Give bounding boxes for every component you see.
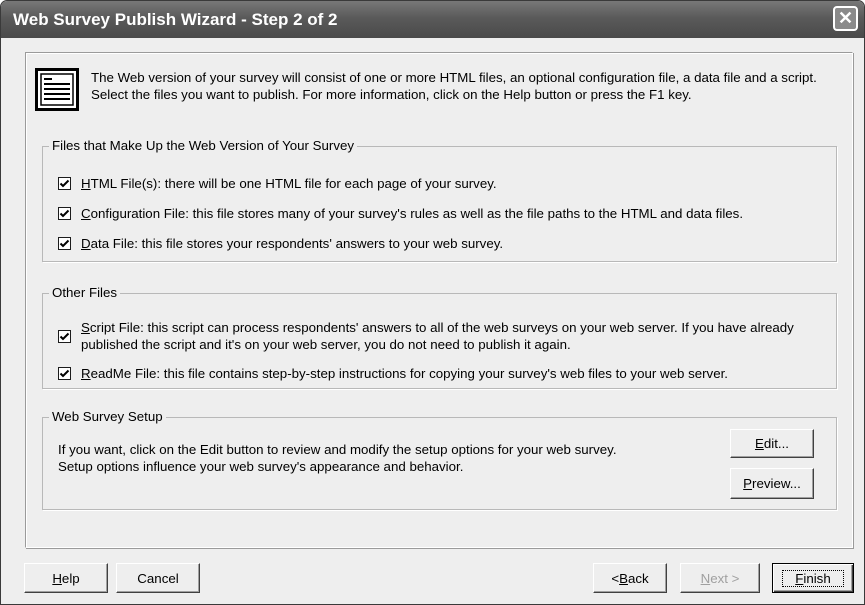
files-group: Files that Make Up the Web Version of Yo… — [42, 138, 837, 262]
help-button[interactable]: Help — [24, 563, 108, 593]
wizard-window: Web Survey Publish Wizard - Step 2 of 2 … — [0, 0, 865, 605]
data-file-label: Data File: this file stores your respond… — [81, 236, 504, 251]
title-bar[interactable]: Web Survey Publish Wizard - Step 2 of 2 … — [1, 1, 864, 38]
edit-button[interactable]: Edit... — [730, 429, 814, 458]
other-files-group: Other Files Script File: this script can… — [42, 285, 837, 389]
setup-line-2: Setup options influence your web survey'… — [58, 459, 464, 474]
web-survey-setup-group: Web Survey Setup If you want, click on t… — [42, 409, 837, 510]
close-icon: ✕ — [837, 8, 854, 28]
close-button[interactable]: ✕ — [833, 6, 858, 31]
checkmark-icon — [59, 369, 70, 378]
checkmark-icon — [59, 179, 70, 188]
finish-button[interactable]: Finish — [772, 563, 854, 593]
data-file-checkbox[interactable] — [58, 237, 71, 250]
script-file-checkbox[interactable] — [58, 329, 71, 343]
document-list-icon — [35, 68, 79, 111]
preview-button[interactable]: Preview... — [730, 468, 814, 499]
html-files-checkbox[interactable] — [58, 177, 71, 190]
checkmark-icon — [59, 209, 70, 218]
window-title: Web Survey Publish Wizard - Step 2 of 2 — [13, 10, 338, 29]
html-files-option[interactable]: HTML File(s): there will be one HTML fil… — [58, 175, 497, 192]
next-button[interactable]: Next > — [680, 563, 760, 593]
back-button[interactable]: < Back — [593, 563, 667, 593]
config-file-option[interactable]: Configuration File: this file stores man… — [58, 205, 743, 222]
finish-focus-ring: Finish — [782, 569, 844, 587]
setup-description: If you want, click on the Edit button to… — [58, 441, 617, 475]
config-file-checkbox[interactable] — [58, 207, 71, 220]
script-file-label: Script File: this script can process res… — [81, 320, 794, 352]
readme-file-option[interactable]: ReadMe File: this file contains step-by-… — [58, 365, 728, 382]
intro-description: The Web version of your survey will cons… — [91, 70, 817, 102]
html-files-label: HTML File(s): there will be one HTML fil… — [81, 176, 497, 191]
setup-group-legend: Web Survey Setup — [49, 409, 166, 424]
cancel-button[interactable]: Cancel — [116, 563, 200, 593]
config-file-label: Configuration File: this file stores man… — [81, 206, 744, 221]
checkmark-icon — [59, 239, 70, 248]
script-file-option[interactable]: Script File: this script can process res… — [58, 319, 828, 353]
data-file-option[interactable]: Data File: this file stores your respond… — [58, 235, 503, 252]
checkmark-icon — [59, 332, 70, 340]
setup-line-1: If you want, click on the Edit button to… — [58, 442, 617, 457]
readme-file-label: ReadMe File: this file contains step-by-… — [81, 366, 728, 381]
files-group-legend: Files that Make Up the Web Version of Yo… — [49, 138, 358, 153]
other-files-legend: Other Files — [49, 285, 121, 300]
readme-file-checkbox[interactable] — [58, 367, 71, 380]
